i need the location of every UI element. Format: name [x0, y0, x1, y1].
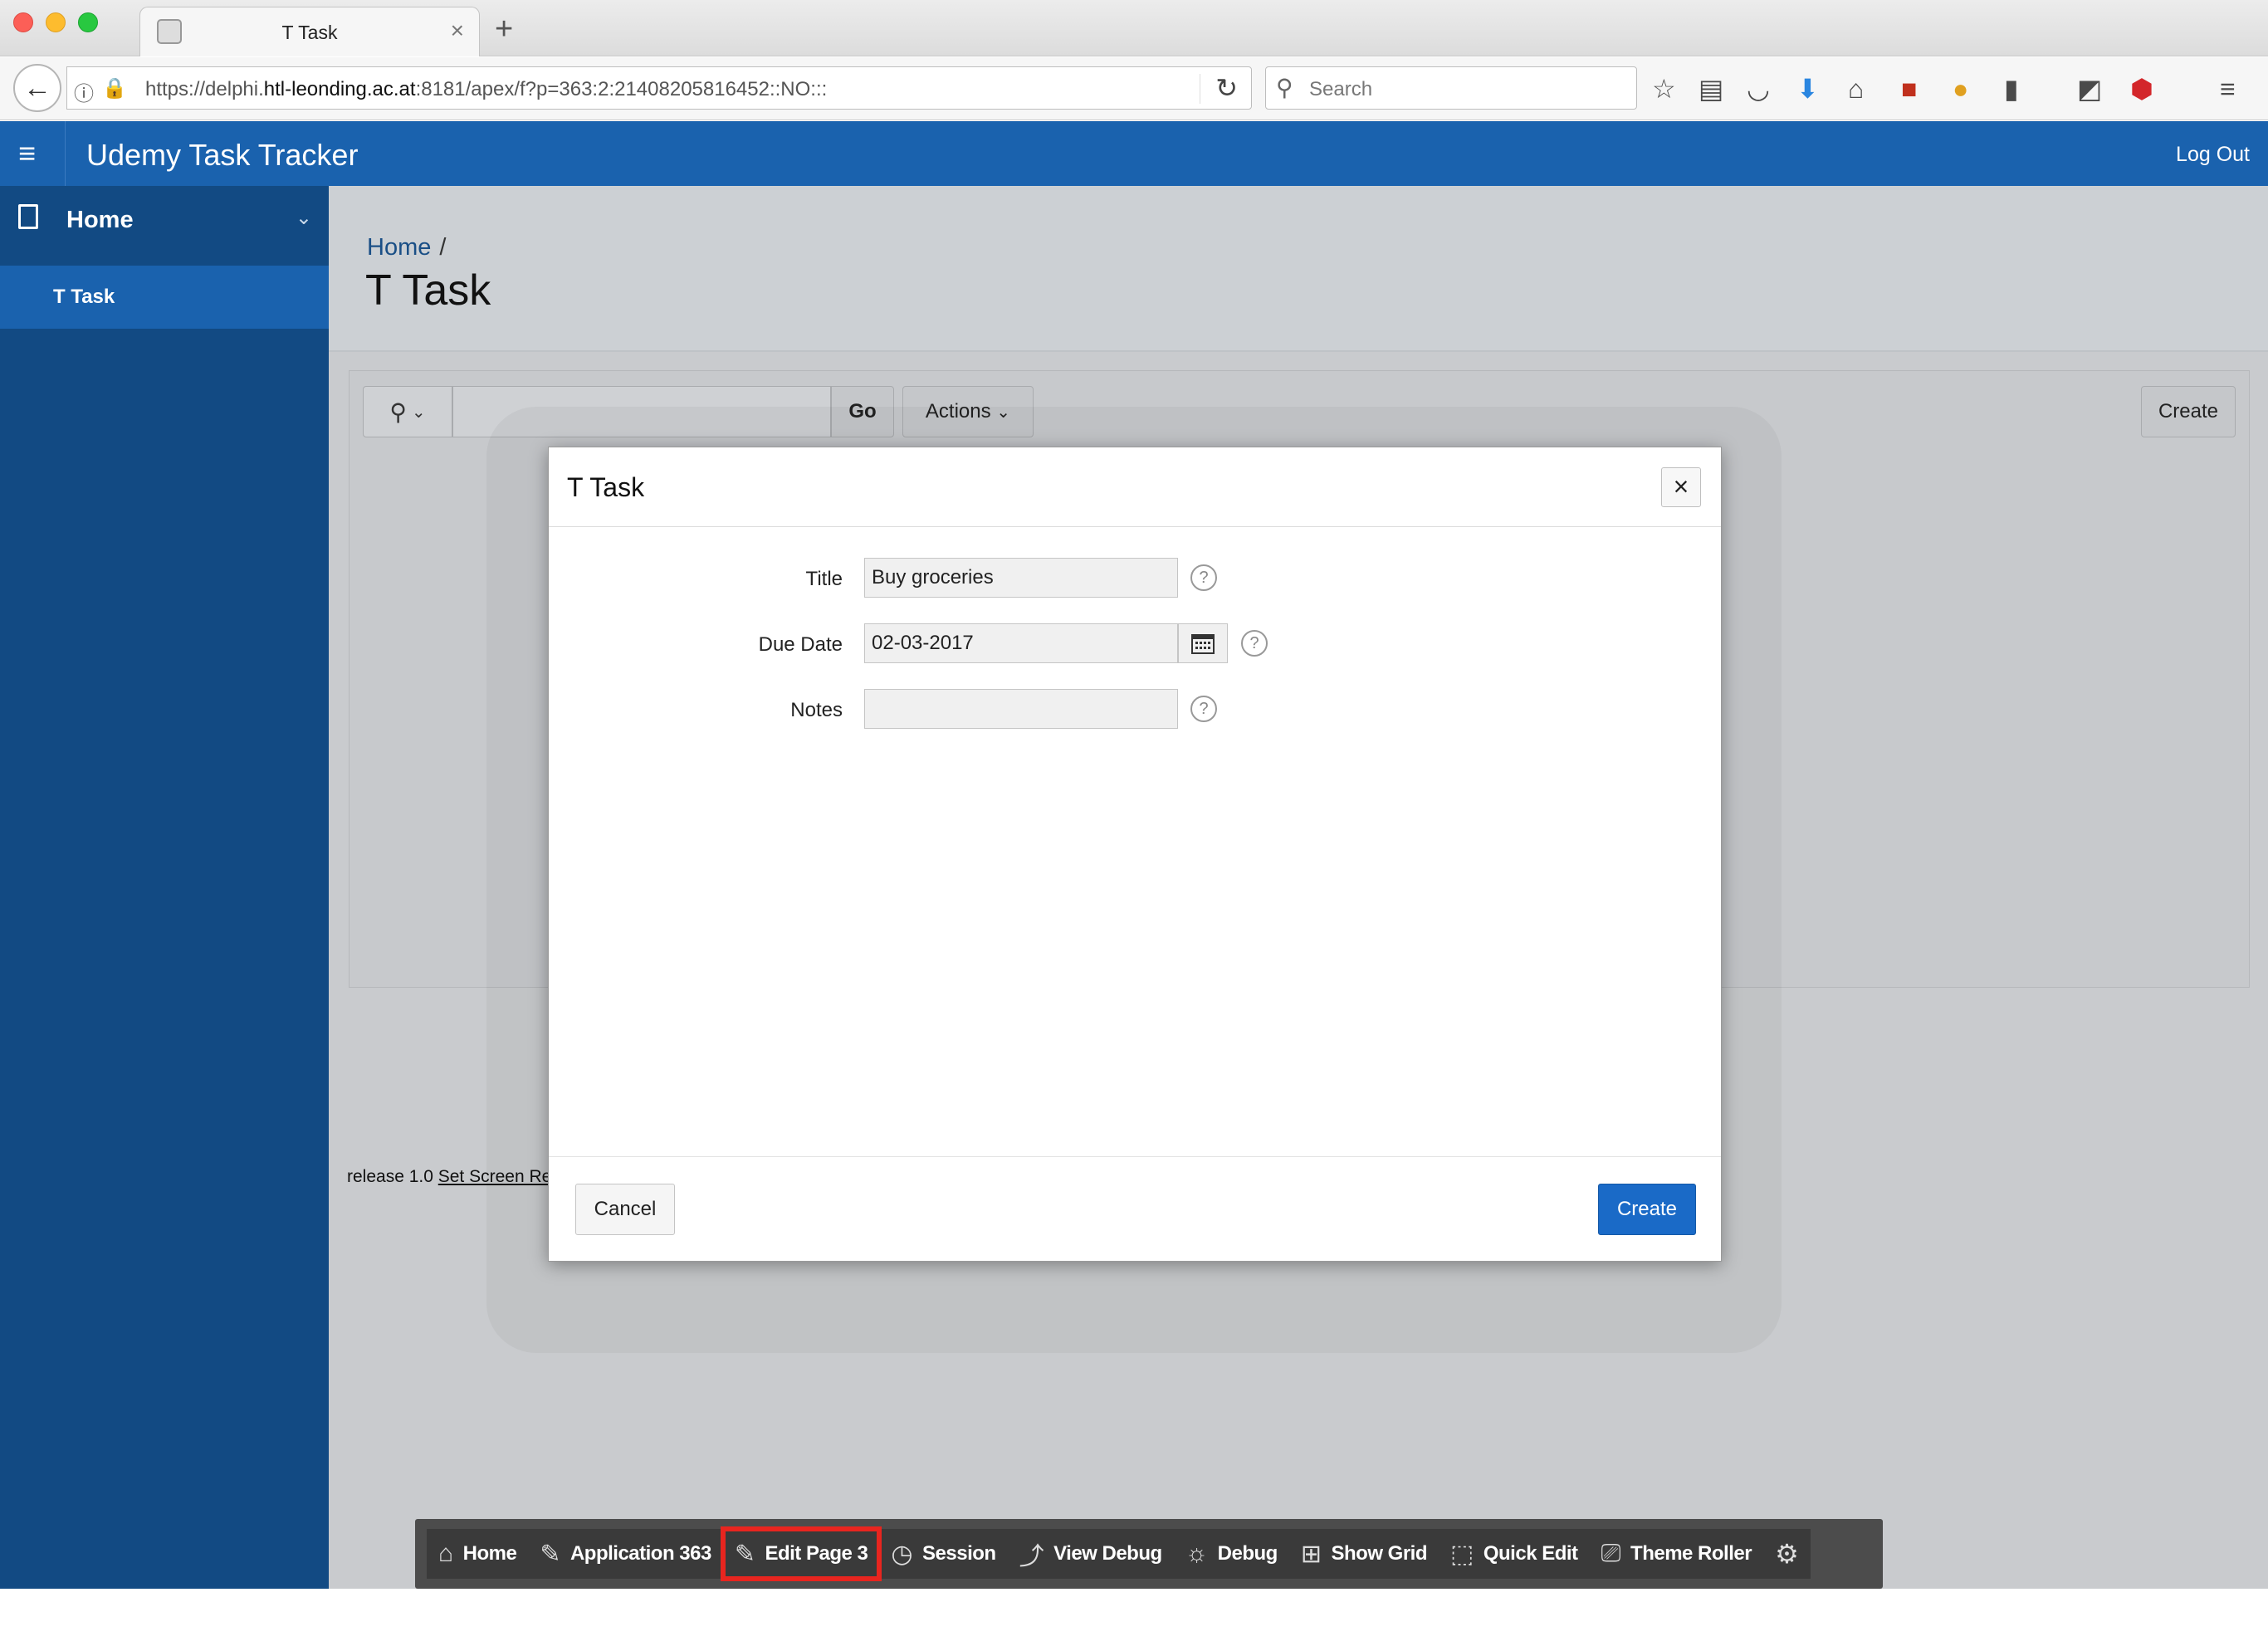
- dialog-footer: Cancel Create: [549, 1156, 1721, 1261]
- new-tab-button[interactable]: +: [495, 12, 513, 47]
- back-button[interactable]: ←: [13, 64, 61, 112]
- app-title[interactable]: Udemy Task Tracker: [86, 138, 358, 173]
- color-icon[interactable]: ●: [1953, 74, 1968, 104]
- due-date-label: Due Date: [758, 633, 843, 656]
- dialog-close-button[interactable]: ×: [1661, 467, 1701, 507]
- browser-search-input[interactable]: ⚲ Search: [1265, 66, 1637, 110]
- reading-list-icon[interactable]: ▤: [1699, 74, 1723, 104]
- due-date-field[interactable]: [864, 623, 1178, 663]
- url-text: https://delphi.htl-leonding.ac.at:8181/a…: [145, 78, 828, 100]
- star-icon[interactable]: ☆: [1652, 74, 1676, 104]
- dev-show-grid-button[interactable]: ⊞ Show Grid: [1289, 1529, 1439, 1579]
- help-icon[interactable]: ?: [1241, 630, 1268, 657]
- sidebar-item-label: Home: [66, 207, 134, 233]
- sidebar-item-home[interactable]: Home ⌄: [0, 186, 329, 264]
- release-text: release 1.0: [347, 1167, 438, 1186]
- gear-icon[interactable]: ⚙: [1763, 1538, 1811, 1570]
- debug-view-icon: ⤴: [1019, 1543, 1044, 1570]
- dev-application-button[interactable]: ✎ Application 363: [528, 1529, 723, 1579]
- cursor-icon: ⬚: [1449, 1540, 1474, 1568]
- calendar-button[interactable]: [1178, 623, 1228, 663]
- report-search-column-button[interactable]: ⚲ ⌄: [363, 386, 452, 437]
- search-placeholder: Search: [1309, 78, 1373, 100]
- hamburger-menu-icon[interactable]: ≡: [18, 136, 36, 171]
- bug-icon: ☼: [1185, 1540, 1209, 1567]
- window-close-button[interactable]: [13, 12, 33, 32]
- window-zoom-button[interactable]: [78, 12, 98, 32]
- calendar-icon: [1191, 634, 1215, 654]
- task-dialog: T Task × Title ? Due Date ? Notes ? Canc…: [548, 447, 1722, 1262]
- developer-toolbar: ⌂ Home ✎ Application 363 ✎ Edit Page 3 ◷ Ses…: [415, 1519, 1883, 1589]
- sidebar-item-t-task[interactable]: T Task: [0, 266, 329, 329]
- breadcrumb-separator: /: [439, 234, 447, 261]
- dialog-title: T Task: [567, 472, 645, 502]
- title-label: Title: [805, 568, 843, 590]
- page-bottom-margin: [0, 1589, 2268, 1641]
- header-divider: [65, 121, 66, 186]
- paint-roller-icon: ⎚: [1601, 1540, 1621, 1567]
- breadcrumb-home-link[interactable]: Home: [367, 234, 431, 261]
- title-field[interactable]: [864, 558, 1178, 598]
- browser-titlebar: T Task × +: [0, 0, 2268, 56]
- download-icon[interactable]: ⬇: [1796, 74, 1819, 104]
- search-icon: ⚲: [389, 398, 407, 425]
- create-button[interactable]: Create: [1598, 1184, 1696, 1235]
- dev-session-button[interactable]: ◷ Session: [879, 1529, 1007, 1579]
- form-row-due-date: Due Date ?: [549, 623, 1721, 665]
- dev-theme-roller-button[interactable]: ⎚ Theme Roller: [1590, 1529, 1764, 1579]
- notes-label: Notes: [790, 699, 843, 721]
- tab-title: T Task: [281, 22, 338, 43]
- cancel-button[interactable]: Cancel: [575, 1184, 675, 1235]
- help-icon[interactable]: ?: [1190, 696, 1217, 722]
- dialog-header: T Task ×: [549, 447, 1721, 527]
- browser-navbar: ← ⓘ 🔒 https://delphi.htl-leonding.ac.at:…: [0, 57, 2268, 120]
- help-icon[interactable]: ?: [1190, 564, 1217, 591]
- info-icon[interactable]: ⓘ: [74, 77, 94, 106]
- developer-toolbar-items: ⌂ Home ✎ Application 363 ✎ Edit Page 3 ◷ Ses…: [427, 1526, 1811, 1581]
- extension-icon[interactable]: ■: [1901, 74, 1917, 104]
- dev-view-debug-button[interactable]: ⤴ View Debug: [1008, 1529, 1174, 1579]
- dev-edit-page-button[interactable]: ✎ Edit Page 3: [720, 1526, 882, 1581]
- dev-home-button[interactable]: ⌂ Home: [427, 1529, 528, 1579]
- tab-close-icon[interactable]: ×: [451, 17, 464, 44]
- form-row-notes: Notes ?: [549, 689, 1721, 730]
- pocket-icon[interactable]: ◡: [1747, 74, 1770, 104]
- chevron-down-icon[interactable]: ⌄: [296, 206, 312, 230]
- home-icon[interactable]: ⌂: [1848, 74, 1864, 104]
- sidebar: Home ⌄ T Task: [0, 186, 329, 1589]
- clock-icon: ◷: [891, 1540, 913, 1568]
- dev-quick-edit-button[interactable]: ⬚ Quick Edit: [1439, 1529, 1590, 1579]
- report-create-button[interactable]: Create: [2141, 386, 2236, 437]
- edit-icon: ✎: [734, 1540, 755, 1568]
- page-icon: [18, 204, 38, 229]
- sidebar-item-label: T Task: [53, 286, 115, 308]
- edit-icon: ✎: [540, 1540, 560, 1568]
- dev-debug-button[interactable]: ☼ Debug: [1174, 1529, 1289, 1579]
- insecure-lock-icon[interactable]: 🔒: [102, 76, 127, 100]
- chevron-down-icon: ⌄: [411, 403, 426, 422]
- logout-link[interactable]: Log Out: [2176, 143, 2250, 167]
- screenshot-icon[interactable]: ◩: [2077, 74, 2102, 104]
- breadcrumb: Home /: [367, 234, 446, 261]
- window-minimize-button[interactable]: [46, 12, 66, 32]
- menu-icon[interactable]: ≡: [2220, 74, 2236, 104]
- home-icon: ⌂: [438, 1540, 453, 1567]
- page-titlebar: Home / T Task: [329, 186, 2268, 352]
- form-row-title: Title ?: [549, 558, 1721, 599]
- notes-field[interactable]: [864, 689, 1178, 729]
- clipboard-icon[interactable]: ▮: [2004, 74, 2019, 104]
- reload-icon[interactable]: ↻: [1215, 72, 1238, 104]
- page-title: T Task: [365, 266, 491, 315]
- grid-icon: ⊞: [1300, 1540, 1322, 1568]
- url-bar[interactable]: ⓘ 🔒 https://delphi.htl-leonding.ac.at:81…: [66, 66, 1252, 110]
- app-header: ≡ Udemy Task Tracker Log Out: [0, 121, 2268, 186]
- back-arrow-icon: ←: [23, 71, 51, 104]
- adblock-icon[interactable]: ⬢: [2130, 74, 2153, 104]
- search-icon: ⚲: [1276, 75, 1293, 100]
- browser-tab[interactable]: T Task ×: [139, 7, 480, 56]
